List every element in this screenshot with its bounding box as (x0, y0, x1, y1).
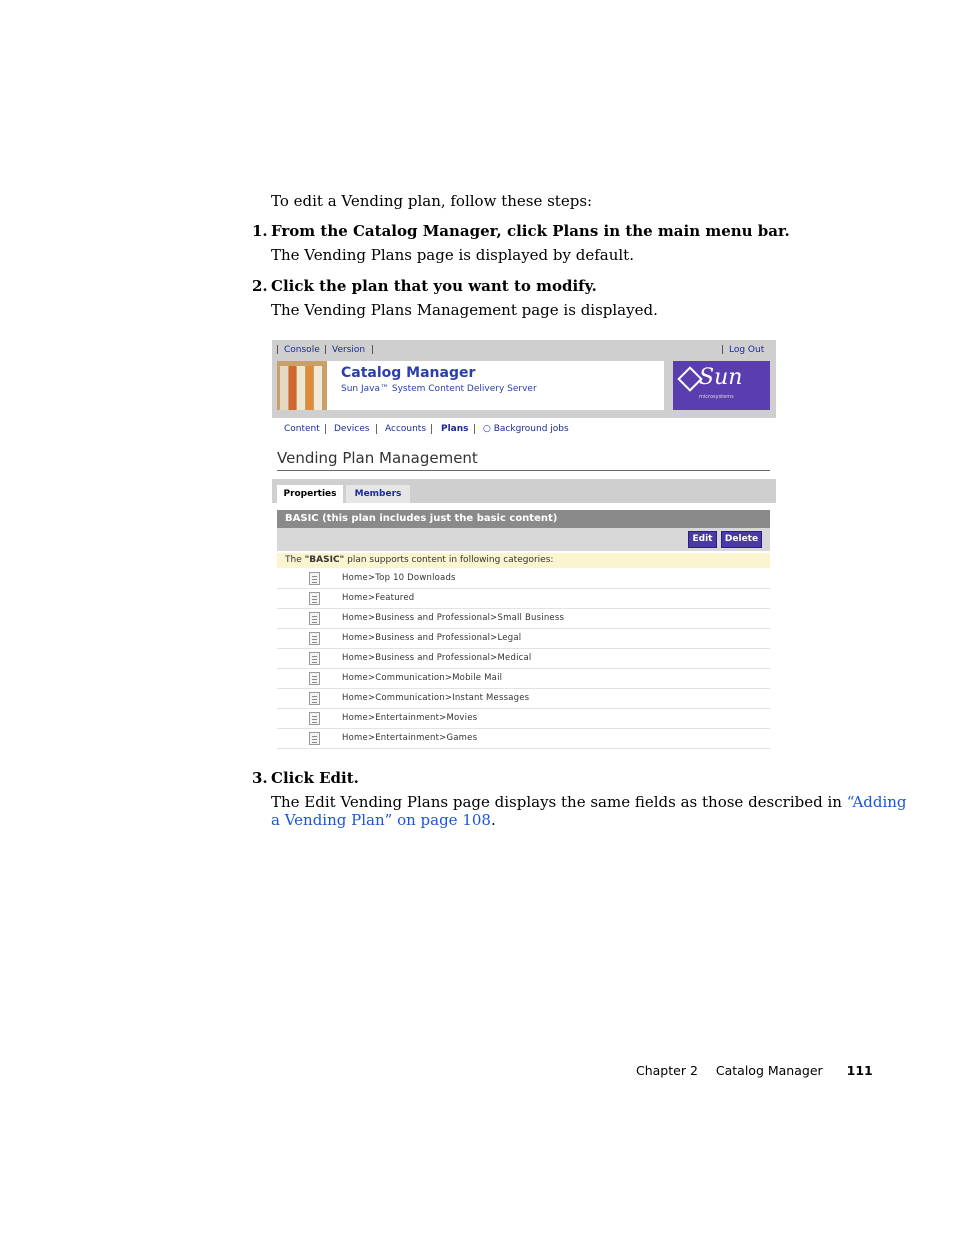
nav-devices[interactable]: Devices (334, 424, 369, 434)
nav-content[interactable]: Content (284, 424, 320, 434)
info-text: The "BASIC" plan supports content in fol… (285, 555, 553, 565)
logout-link[interactable]: Log Out (729, 345, 764, 355)
category-path: Home>Communication>Mobile Mail (342, 673, 503, 683)
sun-logo-word: Sun (699, 365, 743, 390)
document-icon (309, 732, 320, 745)
document-icon (309, 652, 320, 665)
plan-title-bar: BASIC (this plan includes just the basic… (277, 510, 770, 528)
separator (474, 424, 475, 434)
tab-members[interactable]: Members (346, 485, 410, 503)
category-path: Home>Entertainment>Games (342, 733, 478, 743)
step-3-number: 3. (252, 769, 268, 787)
step-2-text: Click the plan that you want to modify. (271, 277, 597, 295)
sun-logo-tagline: microsystems (699, 394, 734, 400)
category-path: Home>Business and Professional>Small Bus… (342, 613, 565, 623)
step-1-body: The Vending Plans page is displayed by d… (271, 246, 634, 264)
category-list: Home>Top 10 Downloads Home>Featured Home… (277, 569, 770, 749)
list-item: Home>Featured (277, 589, 770, 609)
delete-button[interactable]: Delete (721, 531, 762, 548)
list-item: Home>Entertainment>Games (277, 729, 770, 749)
document-icon (309, 572, 320, 585)
version-link[interactable]: Version (332, 345, 365, 355)
step-2-heading: 2. Click the plan that you want to modif… (252, 277, 597, 295)
intro-text: To edit a Vending plan, follow these ste… (271, 192, 593, 210)
list-item: Home>Communication>Mobile Mail (277, 669, 770, 689)
category-path: Home>Featured (342, 593, 415, 603)
nav-plans[interactable]: Plans (441, 424, 469, 434)
step-1-number: 1. (252, 222, 268, 240)
step-2-number: 2. (252, 277, 268, 295)
step-1-text: From the Catalog Manager, click Plans in… (271, 222, 790, 240)
document-icon (309, 592, 320, 605)
separator (376, 424, 377, 434)
info-suffix: plan supports content in following categ… (344, 555, 554, 565)
tab-strip: Properties Members (272, 479, 776, 503)
list-item: Home>Top 10 Downloads (277, 569, 770, 589)
masthead: Console Version Log Out Catalog Manager … (272, 340, 776, 418)
step-2-body: The Vending Plans Management page is dis… (271, 301, 658, 319)
divider (277, 470, 770, 471)
nav-background-jobs[interactable]: ○ Background jobs (483, 424, 569, 434)
step-3-body-text: The Edit Vending Plans page displays the… (271, 793, 847, 811)
step-3-body-end: . (490, 811, 496, 829)
footer-section: Catalog Manager (715, 1063, 823, 1078)
document-icon (309, 632, 320, 645)
app-subtitle: Sun Java™ System Content Delivery Server (341, 384, 537, 394)
globe-icon: ○ (483, 424, 491, 434)
step-3-text: Click Edit. (271, 769, 359, 787)
separator (722, 345, 723, 354)
plan-title: BASIC (this plan includes just the basic… (285, 513, 558, 524)
category-path: Home>Business and Professional>Medical (342, 653, 532, 663)
category-path: Home>Communication>Instant Messages (342, 693, 530, 703)
step-3-heading: 3. Click Edit. (252, 769, 359, 787)
app-title: Catalog Manager (341, 365, 476, 381)
catalog-manager-screenshot: Console Version Log Out Catalog Manager … (272, 340, 776, 752)
list-item: Home>Entertainment>Movies (277, 709, 770, 729)
category-path: Home>Entertainment>Movies (342, 713, 478, 723)
nav-background-jobs-label: Background jobs (493, 424, 569, 434)
footer-chapter: Chapter 2 (636, 1063, 698, 1078)
info-prefix: The (285, 555, 305, 565)
step-3-body-line1: The Edit Vending Plans page displays the… (271, 793, 907, 811)
edit-button[interactable]: Edit (688, 531, 717, 548)
step-1-heading: 1. From the Catalog Manager, click Plans… (252, 222, 790, 240)
category-path: Home>Business and Professional>Legal (342, 633, 522, 643)
step-3-body-line2: a Vending Plan” on page 108. (271, 811, 496, 829)
books-image (277, 361, 327, 410)
separator (431, 424, 432, 434)
list-item: Home>Business and Professional>Medical (277, 649, 770, 669)
info-bar: The "BASIC" plan supports content in fol… (277, 553, 770, 568)
separator (372, 345, 373, 354)
page-number: 111 (846, 1063, 873, 1078)
list-item: Home>Communication>Instant Messages (277, 689, 770, 709)
nav-accounts[interactable]: Accounts (385, 424, 426, 434)
sun-logo: Sun microsystems (673, 361, 770, 410)
list-item: Home>Business and Professional>Legal (277, 629, 770, 649)
document-icon (309, 692, 320, 705)
action-bar: Edit Delete (277, 528, 770, 551)
separator (277, 345, 278, 354)
info-plan-name: "BASIC" (304, 555, 345, 565)
page-title: Vending Plan Management (277, 449, 478, 467)
cross-reference-link[interactable]: “Adding (847, 793, 907, 811)
cross-reference-link-cont[interactable]: a Vending Plan” on page 108 (271, 811, 491, 829)
brand-banner: Catalog Manager Sun Java™ System Content… (277, 361, 664, 410)
tab-properties[interactable]: Properties (277, 485, 343, 503)
document-icon (309, 712, 320, 725)
separator (325, 345, 326, 354)
separator (325, 424, 326, 434)
document-icon (309, 672, 320, 685)
console-link[interactable]: Console (284, 345, 320, 355)
list-item: Home>Business and Professional>Small Bus… (277, 609, 770, 629)
category-path: Home>Top 10 Downloads (342, 573, 456, 583)
document-icon (309, 612, 320, 625)
page-footer: Chapter 2 Catalog Manager 111 (636, 1063, 873, 1078)
